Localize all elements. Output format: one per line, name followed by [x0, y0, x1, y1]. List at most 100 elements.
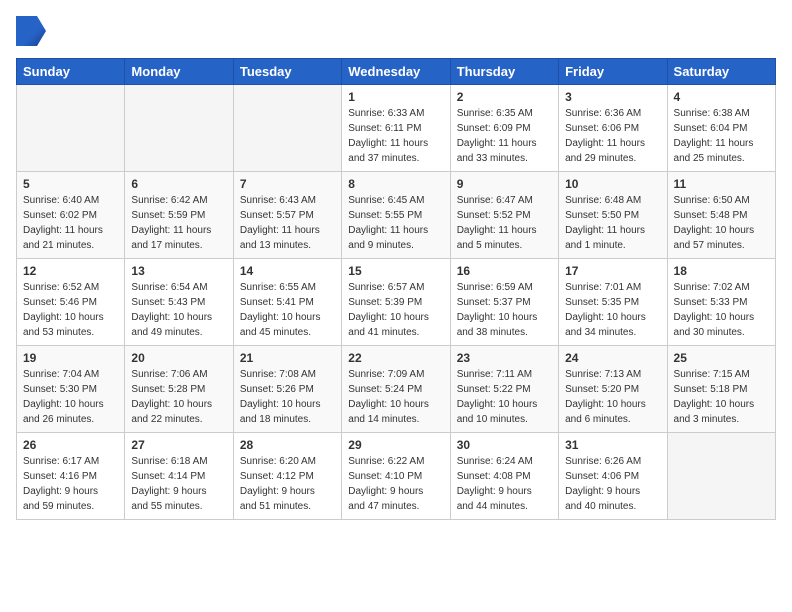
day-number: 6 [131, 177, 226, 191]
calendar-cell: 25Sunrise: 7:15 AM Sunset: 5:18 PM Dayli… [667, 346, 775, 433]
calendar-cell: 10 Sunrise: 6:48 AM Sunset: 5:50 PM Dayli… [559, 172, 667, 259]
calendar-cell: 3 Sunrise: 6:36 AM Sunset: 6:06 PM Daylig… [559, 85, 667, 172]
day-number: 4 [674, 90, 769, 104]
day-info: Sunrise: 7:06 AM Sunset: 5:28 PM Dayligh… [131, 367, 226, 427]
day-info: Sunrise: 7:09 AM Sunset: 5:24 PM Dayligh… [348, 367, 443, 427]
calendar-week-row: 5 Sunrise: 6:40 AM Sunset: 6:02 PM Daylig… [17, 172, 776, 259]
day-number: 28 [240, 438, 335, 452]
day-number: 2 [457, 90, 552, 104]
day-info: Sunrise: 6:35 AM Sunset: 6:09 PM Dayligh… [457, 106, 552, 166]
calendar-cell: 9 Sunrise: 6:47 AM Sunset: 5:52 PM Daylig… [450, 172, 558, 259]
day-info: Sunrise: 6:20 AM Sunset: 4:12 PM Dayligh… [240, 454, 335, 514]
calendar-cell: 12Sunrise: 6:52 AM Sunset: 5:46 PM Dayli… [17, 259, 125, 346]
day-info: Sunrise: 6:24 AM Sunset: 4:08 PM Dayligh… [457, 454, 552, 514]
calendar-cell: 7Sunrise: 6:43 AM Sunset: 5:57 PM Daylig… [233, 172, 341, 259]
calendar-cell [667, 433, 775, 520]
calendar-cell: 6 Sunrise: 6:42 AM Sunset: 5:59 PM Daylig… [125, 172, 233, 259]
day-number: 3 [565, 90, 660, 104]
day-number: 11 [674, 177, 769, 191]
calendar-cell: 30 Sunrise: 6:24 AM Sunset: 4:08 PM Dayli… [450, 433, 558, 520]
day-number: 20 [131, 351, 226, 365]
calendar-cell: 24Sunrise: 7:13 AM Sunset: 5:20 PM Dayli… [559, 346, 667, 433]
calendar-cell: 8 Sunrise: 6:45 AM Sunset: 5:55 PM Daylig… [342, 172, 450, 259]
day-info: Sunrise: 6:47 AM Sunset: 5:52 PM Dayligh… [457, 193, 552, 253]
calendar-cell: 15Sunrise: 6:57 AM Sunset: 5:39 PM Dayli… [342, 259, 450, 346]
day-info: Sunrise: 7:01 AM Sunset: 5:35 PM Dayligh… [565, 280, 660, 340]
calendar-cell: 19 Sunrise: 7:04 AM Sunset: 5:30 PM Dayli… [17, 346, 125, 433]
logo: General Blue [16, 16, 54, 46]
day-number: 26 [23, 438, 118, 452]
day-info: Sunrise: 6:17 AM Sunset: 4:16 PM Dayligh… [23, 454, 118, 514]
day-number: 9 [457, 177, 552, 191]
calendar-cell: 14 Sunrise: 6:55 AM Sunset: 5:41 PM Dayli… [233, 259, 341, 346]
day-info: Sunrise: 6:45 AM Sunset: 5:55 PM Dayligh… [348, 193, 443, 253]
day-number: 15 [348, 264, 443, 278]
calendar-cell: 22 Sunrise: 7:09 AM Sunset: 5:24 PM Dayli… [342, 346, 450, 433]
day-number: 5 [23, 177, 118, 191]
day-number: 19 [23, 351, 118, 365]
calendar-week-row: 1 Sunrise: 6:33 AM Sunset: 6:11 PM Daylig… [17, 85, 776, 172]
weekday-header-monday: Monday [125, 59, 233, 85]
day-number: 16 [457, 264, 552, 278]
day-number: 31 [565, 438, 660, 452]
weekday-header-wednesday: Wednesday [342, 59, 450, 85]
day-info: Sunrise: 6:55 AM Sunset: 5:41 PM Dayligh… [240, 280, 335, 340]
day-info: Sunrise: 6:26 AM Sunset: 4:06 PM Dayligh… [565, 454, 660, 514]
calendar-cell: 20 Sunrise: 7:06 AM Sunset: 5:28 PM Dayli… [125, 346, 233, 433]
day-info: Sunrise: 6:33 AM Sunset: 6:11 PM Dayligh… [348, 106, 443, 166]
day-number: 21 [240, 351, 335, 365]
day-info: Sunrise: 7:11 AM Sunset: 5:22 PM Dayligh… [457, 367, 552, 427]
day-number: 10 [565, 177, 660, 191]
calendar-cell: 27 Sunrise: 6:18 AM Sunset: 4:14 PM Dayli… [125, 433, 233, 520]
calendar-week-row: 26 Sunrise: 6:17 AM Sunset: 4:16 PM Dayli… [17, 433, 776, 520]
day-number: 8 [348, 177, 443, 191]
day-number: 14 [240, 264, 335, 278]
calendar-cell: 29 Sunrise: 6:22 AM Sunset: 4:10 PM Dayli… [342, 433, 450, 520]
day-number: 22 [348, 351, 443, 365]
weekday-header-thursday: Thursday [450, 59, 558, 85]
calendar-cell: 18 Sunrise: 7:02 AM Sunset: 5:33 PM Dayli… [667, 259, 775, 346]
weekday-header-friday: Friday [559, 59, 667, 85]
calendar-cell: 16Sunrise: 6:59 AM Sunset: 5:37 PM Dayli… [450, 259, 558, 346]
day-info: Sunrise: 6:40 AM Sunset: 6:02 PM Dayligh… [23, 193, 118, 253]
day-number: 25 [674, 351, 769, 365]
day-number: 17 [565, 264, 660, 278]
day-info: Sunrise: 6:42 AM Sunset: 5:59 PM Dayligh… [131, 193, 226, 253]
calendar-cell: 17 Sunrise: 7:01 AM Sunset: 5:35 PM Dayli… [559, 259, 667, 346]
day-number: 29 [348, 438, 443, 452]
calendar-week-row: 19 Sunrise: 7:04 AM Sunset: 5:30 PM Dayli… [17, 346, 776, 433]
calendar-cell: 11Sunrise: 6:50 AM Sunset: 5:48 PM Dayli… [667, 172, 775, 259]
calendar-cell [125, 85, 233, 172]
day-number: 1 [348, 90, 443, 104]
calendar-table: SundayMondayTuesdayWednesdayThursdayFrid… [16, 58, 776, 520]
calendar-cell: 1 Sunrise: 6:33 AM Sunset: 6:11 PM Daylig… [342, 85, 450, 172]
day-info: Sunrise: 6:43 AM Sunset: 5:57 PM Dayligh… [240, 193, 335, 253]
calendar-cell: 5 Sunrise: 6:40 AM Sunset: 6:02 PM Daylig… [17, 172, 125, 259]
day-info: Sunrise: 7:04 AM Sunset: 5:30 PM Dayligh… [23, 367, 118, 427]
weekday-header-saturday: Saturday [667, 59, 775, 85]
weekday-header-row: SundayMondayTuesdayWednesdayThursdayFrid… [17, 59, 776, 85]
calendar-week-row: 12Sunrise: 6:52 AM Sunset: 5:46 PM Dayli… [17, 259, 776, 346]
day-info: Sunrise: 6:54 AM Sunset: 5:43 PM Dayligh… [131, 280, 226, 340]
day-info: Sunrise: 6:18 AM Sunset: 4:14 PM Dayligh… [131, 454, 226, 514]
day-info: Sunrise: 6:52 AM Sunset: 5:46 PM Dayligh… [23, 280, 118, 340]
day-info: Sunrise: 6:36 AM Sunset: 6:06 PM Dayligh… [565, 106, 660, 166]
day-info: Sunrise: 7:08 AM Sunset: 5:26 PM Dayligh… [240, 367, 335, 427]
day-number: 18 [674, 264, 769, 278]
day-info: Sunrise: 7:13 AM Sunset: 5:20 PM Dayligh… [565, 367, 660, 427]
day-number: 30 [457, 438, 552, 452]
calendar-cell [17, 85, 125, 172]
calendar-cell: 21 Sunrise: 7:08 AM Sunset: 5:26 PM Dayli… [233, 346, 341, 433]
calendar-cell: 2 Sunrise: 6:35 AM Sunset: 6:09 PM Daylig… [450, 85, 558, 172]
calendar-cell: 31 Sunrise: 6:26 AM Sunset: 4:06 PM Dayli… [559, 433, 667, 520]
day-info: Sunrise: 6:22 AM Sunset: 4:10 PM Dayligh… [348, 454, 443, 514]
day-info: Sunrise: 6:48 AM Sunset: 5:50 PM Dayligh… [565, 193, 660, 253]
day-info: Sunrise: 7:02 AM Sunset: 5:33 PM Dayligh… [674, 280, 769, 340]
calendar-cell: 26 Sunrise: 6:17 AM Sunset: 4:16 PM Dayli… [17, 433, 125, 520]
page-header: General Blue [16, 16, 776, 46]
day-number: 23 [457, 351, 552, 365]
weekday-header-sunday: Sunday [17, 59, 125, 85]
calendar-cell: 13Sunrise: 6:54 AM Sunset: 5:43 PM Dayli… [125, 259, 233, 346]
calendar-cell: 4Sunrise: 6:38 AM Sunset: 6:04 PM Daylig… [667, 85, 775, 172]
day-number: 27 [131, 438, 226, 452]
